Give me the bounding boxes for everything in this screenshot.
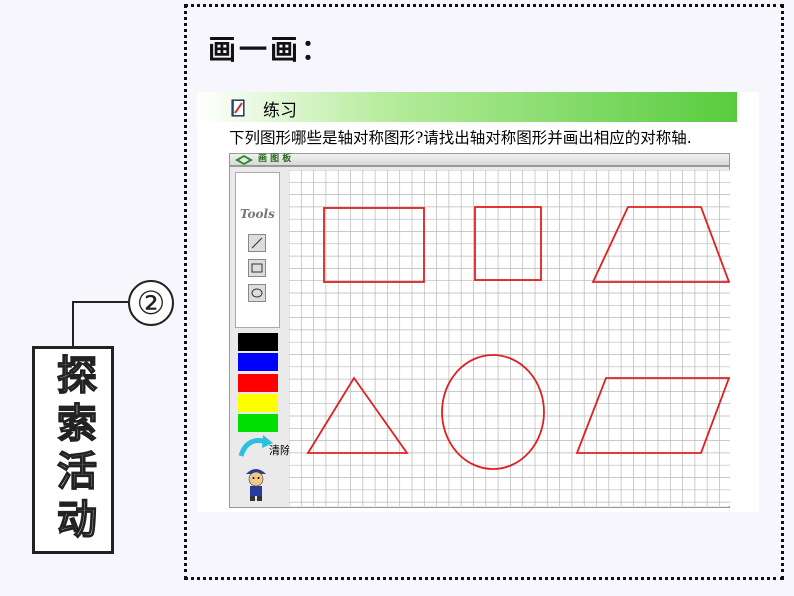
tools-label: Tools: [240, 207, 275, 221]
ellipse-tool-button[interactable]: [248, 284, 266, 302]
clear-button[interactable]: 清除: [269, 442, 291, 458]
drawing-canvas[interactable]: [289, 170, 730, 506]
color-swatch-black[interactable]: [238, 333, 278, 351]
exercise-instruction: 下列图形哪些是轴对称图形?请找出轴对称图形并画出相应的对称轴.: [229, 129, 692, 147]
drawing-board-titlebar: 画 图 板: [229, 153, 730, 166]
connector-line: [72, 301, 128, 303]
exercise-title: 练习: [263, 101, 297, 121]
color-swatch-blue[interactable]: [238, 353, 278, 371]
notebook-icon: [231, 99, 245, 117]
step-number: ②: [128, 280, 174, 326]
tool-panel: Tools: [235, 172, 280, 328]
drawing-board-title: 画 图 板: [258, 154, 292, 164]
section-label: 探索活动: [49, 353, 97, 546]
color-swatch-yellow[interactable]: [238, 394, 278, 412]
slide-heading: 画一画：: [208, 33, 333, 66]
connector-line-vertical: [72, 301, 74, 347]
color-swatch-green[interactable]: [238, 414, 278, 432]
color-swatch-red[interactable]: [238, 374, 278, 392]
rectangle-icon: [251, 263, 263, 273]
cartoon-kid-icon: [246, 469, 266, 501]
exercise-screenshot: 练习 下列图形哪些是轴对称图形?请找出轴对称图形并画出相应的对称轴. 画 图 板…: [197, 92, 759, 512]
diamond-arrows-icon: [235, 155, 253, 165]
ellipse-icon: [251, 288, 263, 298]
canvas-background: [289, 170, 730, 506]
line-tool-button[interactable]: [248, 234, 266, 252]
line-icon: [251, 237, 263, 249]
exercise-header: 练习: [197, 92, 737, 122]
rectangle-tool-button[interactable]: [248, 259, 266, 277]
section-label-box: 探索活动: [32, 346, 114, 554]
